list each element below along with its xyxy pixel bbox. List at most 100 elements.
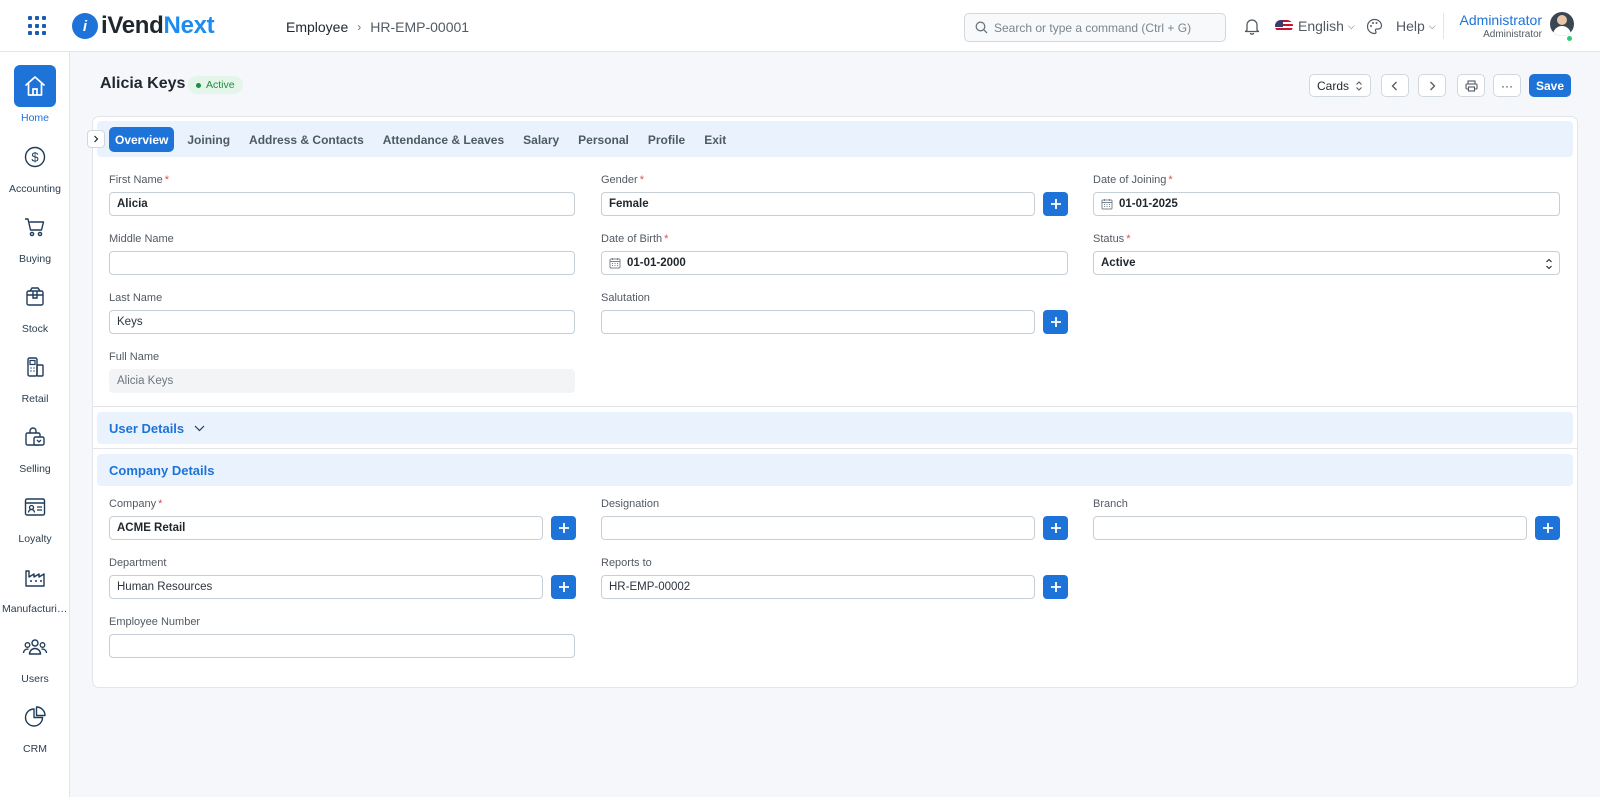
breadcrumb-parent[interactable]: Employee — [286, 19, 348, 35]
sidebar-item-users[interactable]: Users — [0, 626, 70, 690]
shopping-bag-icon — [14, 416, 56, 458]
company-details-section-header[interactable]: Company Details — [97, 454, 1573, 486]
department-field[interactable]: Human Resources — [109, 575, 543, 599]
gender-field[interactable]: Female — [601, 192, 1035, 216]
sidebar-toggle-button[interactable] — [87, 130, 105, 148]
employee-form: Overview Joining Address & Contacts Atte… — [87, 116, 1578, 688]
sidebar-item-stock[interactable]: Stock — [0, 276, 70, 340]
sidebar-item-label: Loyalty — [18, 533, 52, 545]
save-button[interactable]: Save — [1529, 74, 1571, 97]
sidebar-item-manufacturing[interactable]: Manufacturing — [0, 556, 70, 620]
plus-icon — [1050, 582, 1061, 592]
sidebar-item-label: Home — [20, 112, 49, 124]
breadcrumb-separator: › — [357, 20, 362, 34]
palette-icon — [1366, 18, 1383, 34]
last-name-label: Last Name — [109, 292, 163, 304]
status-select-value: Active — [1101, 257, 1136, 269]
branch-field[interactable] — [1093, 516, 1527, 540]
sidebar-item-loyalty[interactable]: Loyalty — [0, 486, 70, 550]
sidebar-item-label: Selling — [19, 463, 51, 475]
breadcrumb-current[interactable]: HR-EMP-00001 — [370, 19, 469, 35]
tab-address-contacts[interactable]: Address & Contacts — [243, 127, 370, 152]
sidebar-item-buying[interactable]: Buying — [0, 206, 70, 270]
svg-text:$: $ — [31, 150, 39, 165]
add-salutation-button[interactable] — [1043, 310, 1068, 334]
add-branch-button[interactable] — [1535, 516, 1560, 540]
last-name-field[interactable]: Keys — [109, 310, 575, 334]
date-of-joining-field[interactable]: 01-01-2025 — [1093, 192, 1560, 216]
brand-logo[interactable]: i iVendNext — [72, 12, 215, 40]
tab-exit[interactable]: Exit — [698, 127, 732, 152]
notifications-button[interactable] — [1244, 14, 1260, 38]
tab-attendance-leaves[interactable]: Attendance & Leaves — [377, 127, 510, 152]
sidebar-item-home[interactable]: Home — [0, 65, 70, 129]
sidebar-item-accounting[interactable]: $ Accounting — [0, 136, 70, 200]
help-label: Help — [1396, 18, 1425, 34]
view-select[interactable]: Cards — [1309, 74, 1371, 97]
language-selector[interactable]: English ⌵ — [1275, 14, 1355, 38]
middle-name-field[interactable] — [109, 251, 575, 275]
sidebar-item-label: CRM — [23, 743, 47, 755]
add-company-button[interactable] — [551, 516, 576, 540]
theme-button[interactable] — [1366, 14, 1383, 38]
updown-icon — [1546, 258, 1552, 270]
tab-personal[interactable]: Personal — [572, 127, 635, 152]
date-of-birth-label: Date of Birth * — [601, 233, 669, 245]
designation-label: Designation — [601, 498, 660, 510]
chevron-down-icon: ⌵ — [1428, 20, 1436, 31]
tab-overview[interactable]: Overview — [109, 127, 175, 152]
pie-chart-icon — [14, 696, 56, 738]
breadcrumb: Employee › HR-EMP-00001 — [286, 19, 469, 35]
tab-bar: Overview Joining Address & Contacts Atte… — [87, 121, 1573, 157]
tab-profile[interactable]: Profile — [642, 127, 691, 152]
employee-number-field[interactable] — [109, 634, 575, 658]
factory-icon — [14, 556, 56, 598]
calendar-icon — [1101, 199, 1113, 210]
user-details-title: User Details — [109, 420, 185, 436]
section-divider — [93, 406, 1577, 407]
add-designation-button[interactable] — [1043, 516, 1068, 540]
sidebar-item-label: Retail — [21, 393, 49, 405]
designation-field[interactable] — [601, 516, 1035, 540]
chevron-down-icon: ⌵ — [1347, 20, 1355, 31]
branch-label: Branch — [1093, 498, 1128, 510]
plus-icon — [1542, 523, 1553, 533]
salutation-field[interactable] — [601, 310, 1035, 334]
sidebar-item-selling[interactable]: Selling — [0, 416, 70, 480]
brand-name: iVendNext — [101, 12, 215, 40]
more-actions-button[interactable]: ··· — [1493, 74, 1521, 97]
avatar[interactable] — [1550, 12, 1574, 36]
previous-record-button[interactable] — [1381, 74, 1409, 97]
print-button[interactable] — [1457, 74, 1485, 97]
us-flag-icon — [1275, 20, 1293, 32]
date-of-joining-value: 01-01-2025 — [1119, 198, 1178, 210]
sidebar-item-retail[interactable]: Retail — [0, 346, 70, 410]
tab-joining[interactable]: Joining — [181, 127, 236, 152]
bell-icon — [1244, 19, 1260, 35]
search-input[interactable] — [994, 20, 1219, 35]
apps-grid-icon[interactable] — [28, 16, 48, 36]
online-status-dot — [1566, 35, 1573, 42]
updown-icon — [1356, 80, 1362, 91]
date-of-birth-value: 01-01-2000 — [627, 257, 686, 269]
user-menu[interactable]: Administrator Administrator — [1460, 12, 1542, 40]
logo-mark-icon: i — [72, 13, 98, 39]
help-menu[interactable]: Help ⌵ — [1396, 14, 1436, 38]
next-record-button[interactable] — [1418, 74, 1446, 97]
tab-salary[interactable]: Salary — [517, 127, 565, 152]
first-name-field[interactable]: Alicia — [109, 192, 575, 216]
add-gender-button[interactable] — [1043, 192, 1068, 216]
company-field[interactable]: ACME Retail — [109, 516, 543, 540]
cart-icon — [14, 206, 56, 248]
sidebar-item-crm[interactable]: CRM — [0, 696, 70, 760]
sidebar-item-label: Buying — [18, 253, 52, 265]
first-name-label: First Name * — [109, 174, 170, 186]
user-details-section-header[interactable]: User Details — [97, 412, 1573, 444]
add-reports-to-button[interactable] — [1043, 575, 1068, 599]
date-of-birth-field[interactable]: 01-01-2000 — [601, 251, 1068, 275]
status-select[interactable]: Active — [1093, 251, 1560, 275]
reports-to-field[interactable]: HR-EMP-00002 — [601, 575, 1035, 599]
search-box[interactable] — [964, 13, 1226, 42]
chevron-left-icon — [1391, 81, 1397, 90]
add-department-button[interactable] — [551, 575, 576, 599]
